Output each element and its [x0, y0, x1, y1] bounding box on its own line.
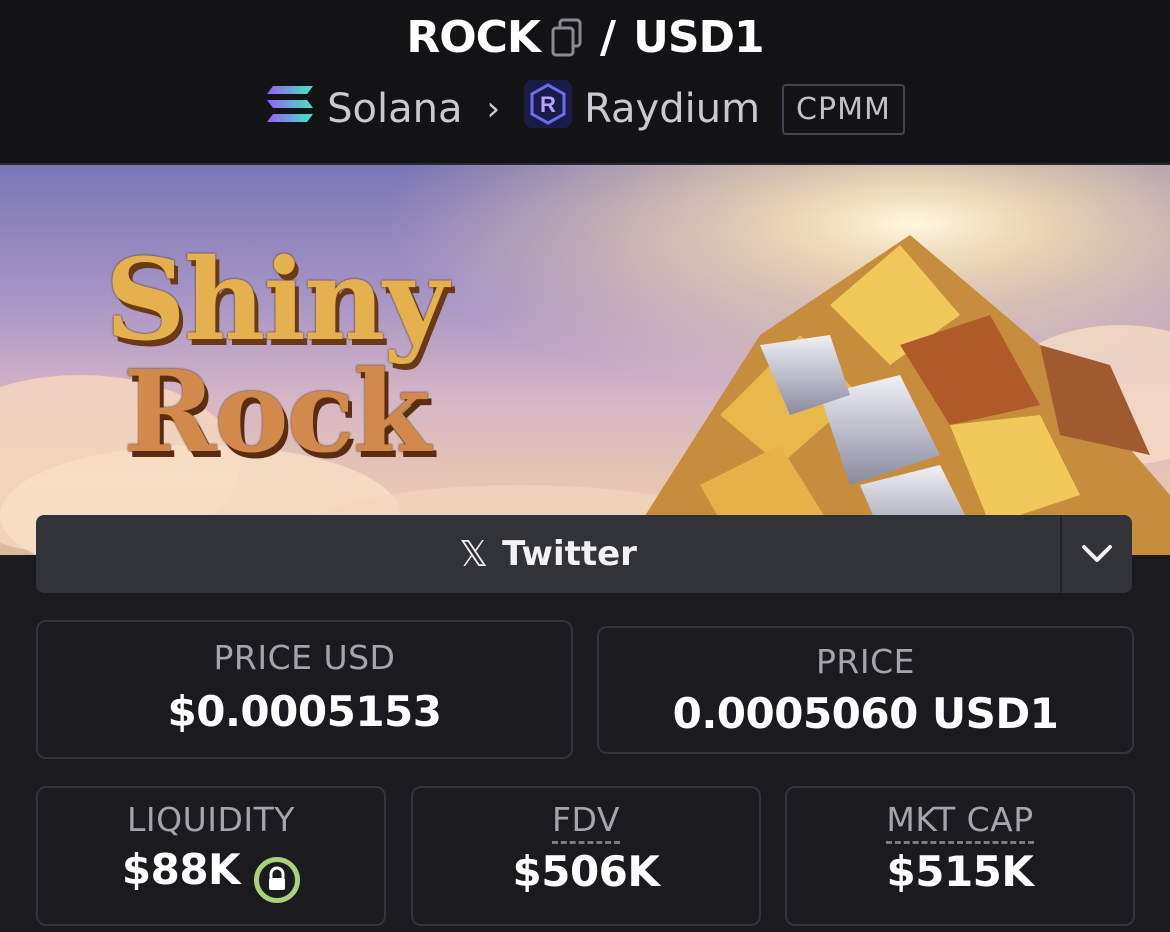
twitter-button[interactable]: 𝕏 Twitter	[36, 515, 1060, 593]
chain-breadcrumb: Solana › R Raydium CPMM	[0, 80, 1170, 138]
mktcap-value: $515K	[886, 847, 1034, 896]
pair-title: ROCK / USD1	[0, 12, 1170, 63]
fdv-value: $506K	[512, 847, 660, 896]
price-usd-card: PRICE USD $0.0005153	[36, 620, 573, 759]
dex-link[interactable]: Raydium	[584, 86, 760, 132]
pool-type-badge: CPMM	[782, 83, 905, 135]
svg-text:R: R	[540, 92, 556, 117]
solana-logo-icon	[265, 84, 315, 134]
base-symbol: ROCK	[406, 12, 541, 63]
mktcap-label[interactable]: MKT CAP	[886, 800, 1034, 844]
mktcap-card: MKT CAP $515K	[785, 786, 1135, 926]
raydium-logo-icon: R	[524, 80, 573, 138]
fdv-card: FDV $506K	[411, 786, 761, 926]
price-value: 0.0005060 USD1	[672, 689, 1059, 738]
token-banner-image: Shiny Rock	[0, 165, 1170, 555]
chevron-down-icon	[1082, 545, 1112, 562]
socials-dropdown-button[interactable]	[1060, 515, 1132, 593]
lock-icon[interactable]	[254, 856, 301, 903]
twitter-label: Twitter	[502, 534, 637, 574]
chain-link[interactable]: Solana	[327, 86, 462, 132]
liquidity-card: LIQUIDITY $88K	[36, 786, 386, 926]
price-label: PRICE	[816, 642, 915, 681]
liquidity-value: $88K	[121, 845, 241, 894]
banner-title-line2: Rock	[123, 347, 431, 478]
mktcap-label-wrap: MKT CAP	[787, 800, 1133, 844]
fdv-label[interactable]: FDV	[552, 800, 620, 844]
price-usd-label: PRICE USD	[213, 638, 396, 677]
copy-icon[interactable]	[550, 18, 584, 58]
banner-title-line1: Shiny	[105, 235, 448, 366]
liquidity-value-row: $88K	[38, 845, 384, 903]
social-links-bar: 𝕏 Twitter	[36, 515, 1132, 593]
banner-title: Shiny Rock	[105, 235, 448, 478]
fdv-label-wrap: FDV	[413, 800, 759, 844]
quote-symbol: USD1	[633, 12, 765, 63]
price-card: PRICE 0.0005060 USD1	[597, 626, 1134, 754]
price-usd-value: $0.0005153	[167, 687, 442, 736]
liquidity-label: LIQUIDITY	[127, 800, 295, 839]
pair-separator: /	[600, 12, 616, 63]
x-logo-icon: 𝕏	[459, 533, 489, 575]
pair-header: ROCK / USD1 Solana › R Raydium CPMM	[0, 0, 1170, 165]
breadcrumb-chevron-icon: ›	[486, 89, 501, 129]
